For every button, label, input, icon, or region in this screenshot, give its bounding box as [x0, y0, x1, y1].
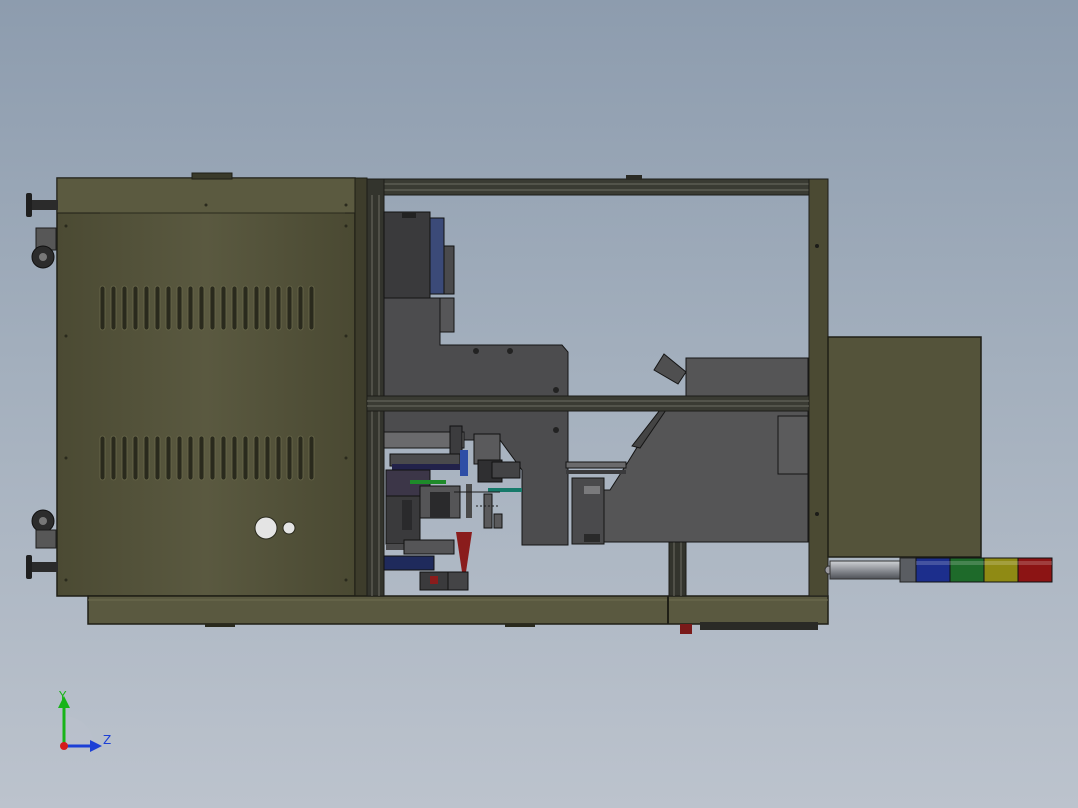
caster-bottom [26, 509, 58, 579]
vent-slot [242, 435, 249, 481]
caster-top [26, 193, 58, 269]
vent-slot [242, 285, 249, 331]
vent-slot [220, 285, 227, 331]
vent-slot [176, 285, 183, 331]
vent-slot [187, 435, 194, 481]
vent-slot [110, 285, 117, 331]
cable-port-large [254, 516, 278, 540]
vent-slot [264, 285, 271, 331]
vent-slot [231, 285, 238, 331]
vent-slot [297, 435, 304, 481]
left-cabinet[interactable] [56, 172, 368, 625]
vent-slot [165, 435, 172, 481]
cad-viewport[interactable]: Y Z [0, 0, 1078, 808]
vent-slot [286, 285, 293, 331]
vent-slot [121, 285, 128, 331]
vent-slot [220, 435, 227, 481]
vent-slot [143, 285, 150, 331]
vent-slot [99, 435, 106, 481]
vent-slot [308, 285, 315, 331]
x-axis-origin [60, 742, 68, 750]
right-control-box[interactable] [827, 336, 982, 558]
signal-tower-light[interactable] [824, 557, 1053, 583]
y-axis-label: Y [58, 689, 67, 703]
vent-slot [286, 435, 293, 481]
vent-slot [187, 285, 194, 331]
vent-slot [209, 285, 216, 331]
cable-port-small [282, 521, 296, 535]
vent-slot [154, 285, 161, 331]
vent-slot [165, 285, 172, 331]
vent-slot [132, 435, 139, 481]
vent-slot [275, 435, 282, 481]
vent-slot [253, 285, 260, 331]
vent-slot [253, 435, 260, 481]
vent-slot [154, 435, 161, 481]
z-axis-label: Z [103, 733, 111, 747]
vent-slot [110, 435, 117, 481]
orientation-triad[interactable]: Y Z [58, 689, 111, 752]
machine-assembly-view[interactable]: Y Z [0, 0, 1078, 808]
vent-slot [132, 285, 139, 331]
vent-slot [209, 435, 216, 481]
vent-slot [198, 285, 205, 331]
vent-slot [176, 435, 183, 481]
vent-slot [264, 435, 271, 481]
vent-slot [143, 435, 150, 481]
vent-slot [99, 285, 106, 331]
vent-slot [231, 435, 238, 481]
base-rail [87, 595, 829, 634]
vent-slot [297, 285, 304, 331]
vent-slot [198, 435, 205, 481]
vent-slot [275, 285, 282, 331]
machine-internals [366, 211, 810, 591]
vent-slot [308, 435, 315, 481]
vent-slot [121, 435, 128, 481]
